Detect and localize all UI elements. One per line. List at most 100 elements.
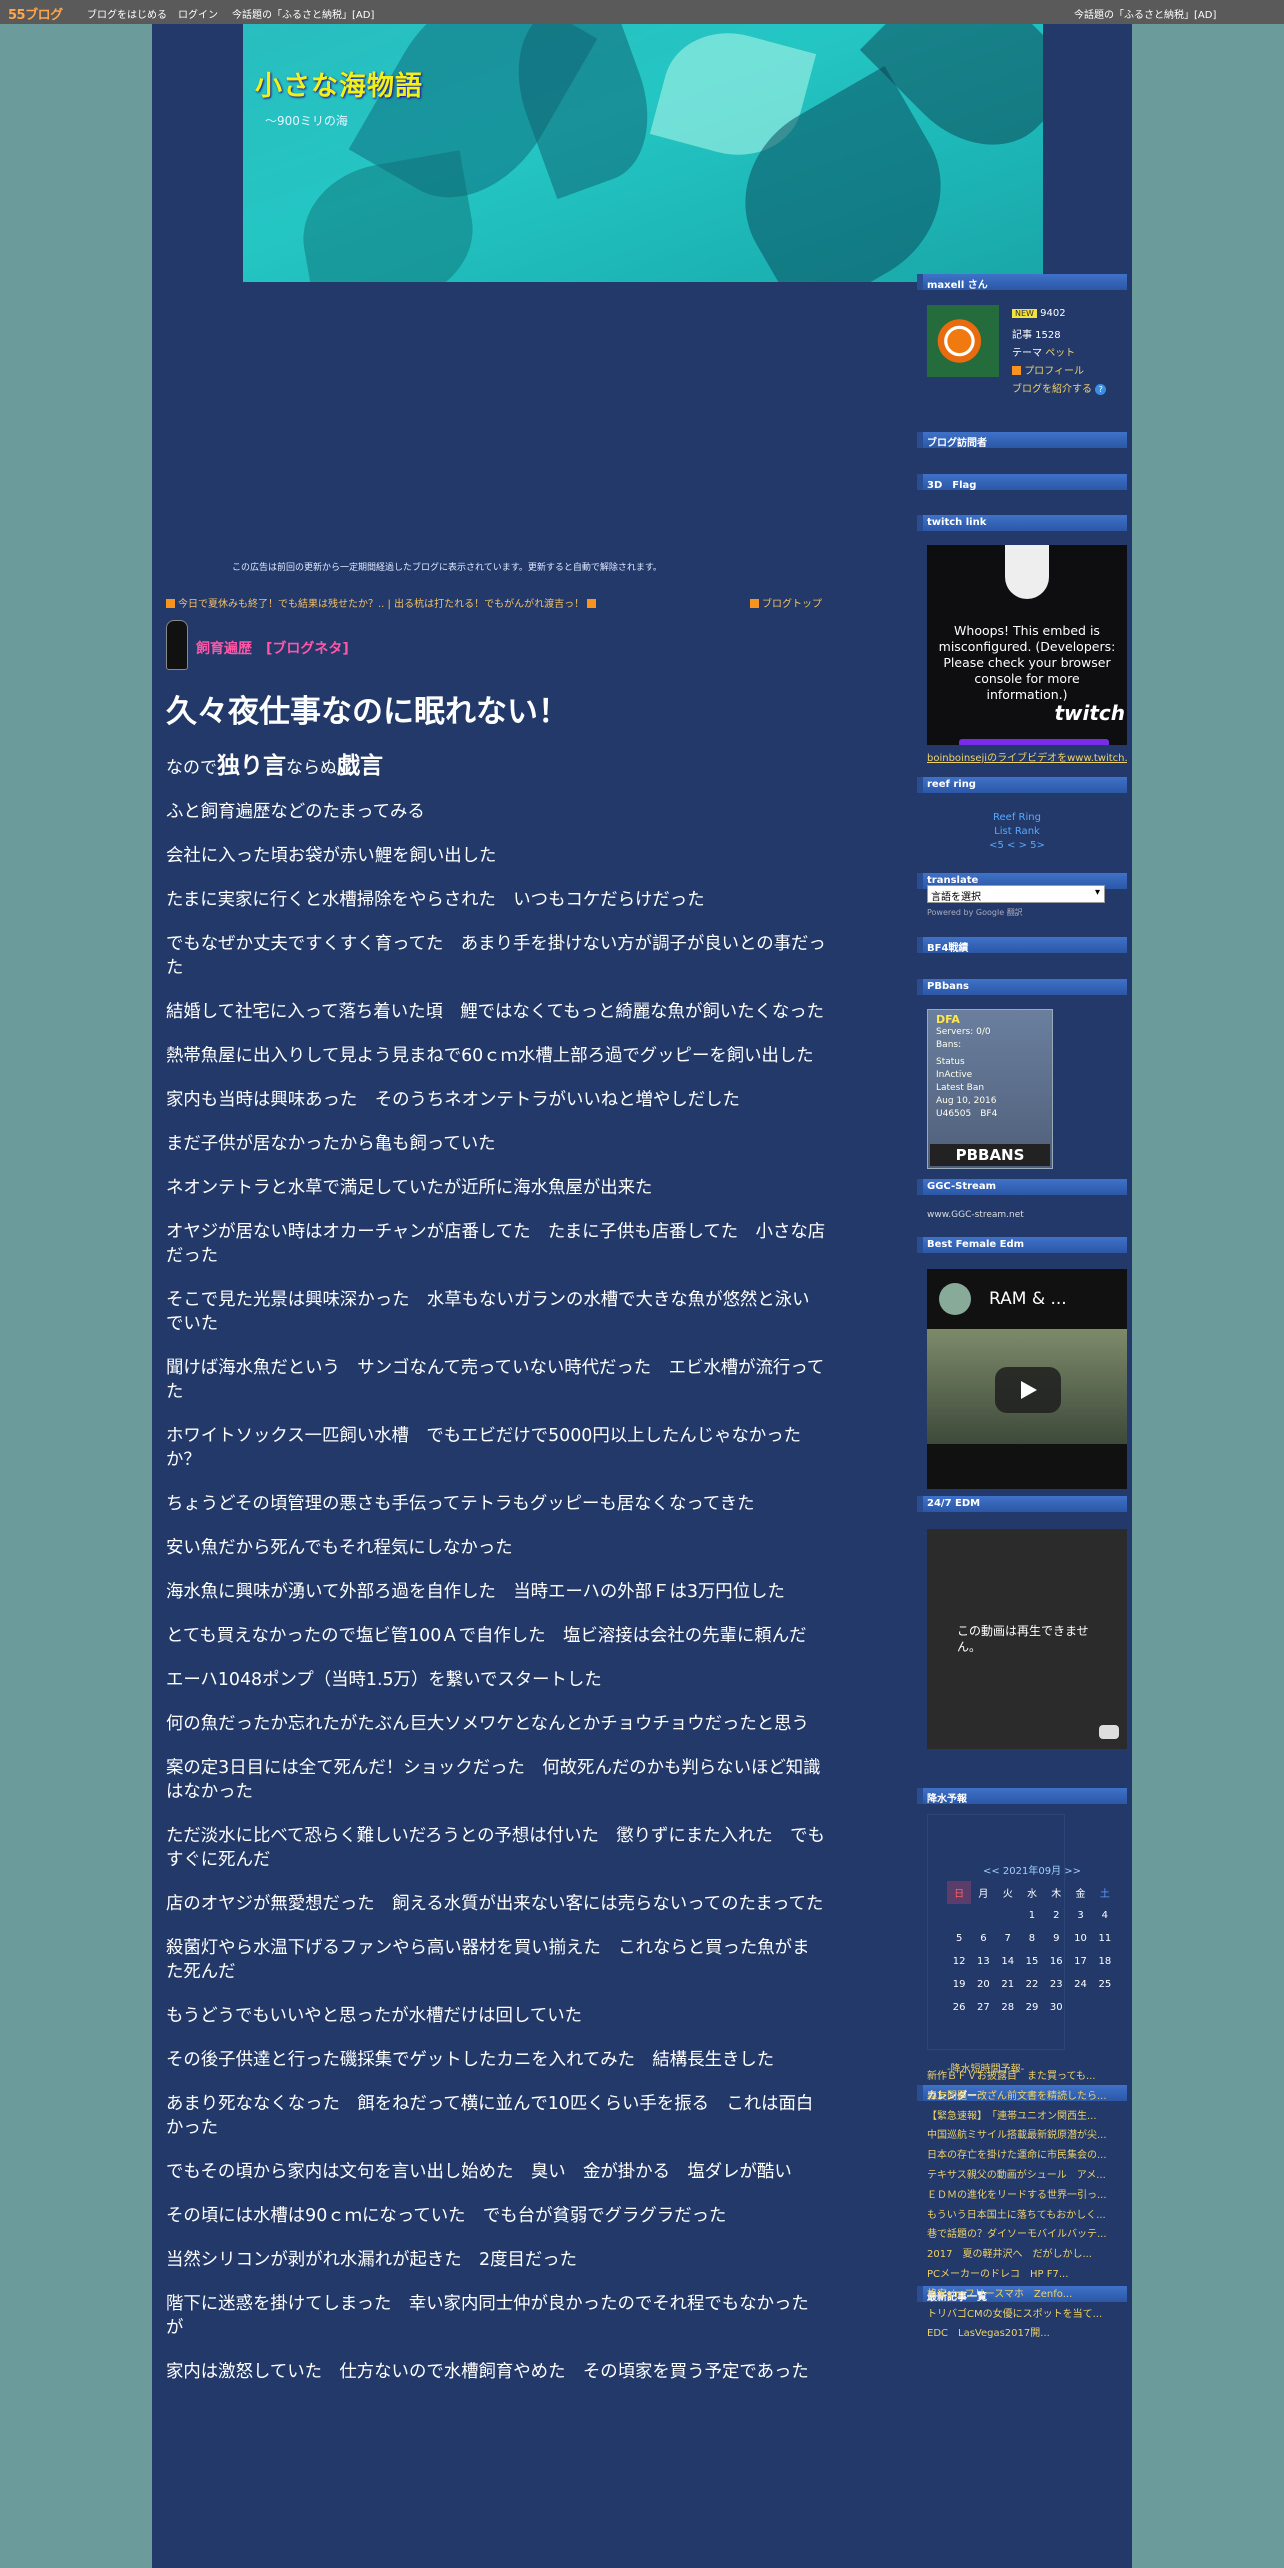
calendar-dow: 水 bbox=[1026, 1889, 1037, 1900]
google-logo[interactable]: Google bbox=[976, 908, 1004, 917]
new-badge: NEW bbox=[1012, 309, 1037, 318]
edm247-video[interactable]: この動画は再生できません。 bbox=[927, 1529, 1127, 1749]
play-button[interactable] bbox=[995, 1367, 1061, 1413]
reef-ring-nav[interactable]: <5 < > 5> bbox=[917, 839, 1117, 853]
post-paragraph: たまに実家に行くと水槽掃除をやらされた いつもコケだらけだった bbox=[166, 890, 705, 910]
twitch-logo: twitch bbox=[1054, 701, 1125, 725]
ad-topic-link-right[interactable]: 今話題の「ふるさと納税」[AD] bbox=[1074, 6, 1216, 21]
recent-post-link[interactable]: もういう日本国土に落ちてもおかしく... bbox=[927, 2206, 1127, 2226]
video-unavailable: この動画は再生できません。 bbox=[957, 1624, 1089, 1654]
post-paragraph: 店のオヤジが無愛想だった 飼える水質が出来ない客には売らないってのたまってた bbox=[166, 1894, 824, 1914]
category-link[interactable]: 飼育遍歴 [ブログネタ] bbox=[196, 638, 349, 658]
ggc-header: GGC-Stream bbox=[917, 1179, 1127, 1195]
recent-post-link[interactable]: トリバゴCMの女優にスポットを当て... bbox=[927, 2305, 1127, 2325]
blog-title[interactable]: 小さな海物語 bbox=[255, 64, 423, 103]
calendar-day: 9 bbox=[1053, 1933, 1060, 1944]
calendar-day: 11 bbox=[1098, 1933, 1112, 1944]
reef-ring-link[interactable]: Reef Ring bbox=[917, 811, 1117, 825]
recent-post-link[interactable]: 2017 夏の軽井沢へ だがしかし... bbox=[927, 2245, 1127, 2265]
calendar-day: 30 bbox=[1049, 2002, 1063, 2013]
breadcrumb: 今日で夏休みも終了！でも結果は残せたか？.. | 出る杭は打たれる！でもがんがれ… bbox=[166, 595, 822, 610]
recent-post-link[interactable]: 新作ＢＦＶお披露目 また買っても... bbox=[927, 2067, 1127, 2087]
post-paragraph: 会社に入った頃お袋が赤い鯉を飼い出した bbox=[166, 846, 497, 866]
recent-post-link[interactable]: 中国巡航ミサイル搭載最新鋭原潜が尖... bbox=[927, 2126, 1127, 2146]
post-paragraph: その頃には水槽は90ｃｍになっていた でも台が貧弱でグラグラだった bbox=[166, 2206, 727, 2226]
youtube-icon[interactable] bbox=[1099, 1725, 1119, 1739]
prev-post-link[interactable]: 今日で夏休みも終了！でも結果は残せたか？.. bbox=[178, 599, 384, 610]
language-select[interactable]: 言語を選択 ▾ bbox=[927, 885, 1105, 903]
post-intro: なので独り言ならぬ戯言 bbox=[166, 753, 383, 779]
calendar-day: 8 bbox=[1028, 1933, 1036, 1944]
next-post-link[interactable]: 出る杭は打たれる！でもがんがれ渡吉っ！ bbox=[394, 599, 584, 610]
bf4-header: BF4戦績 bbox=[917, 937, 1127, 954]
start-blog-link[interactable]: ブログをはじめる bbox=[87, 6, 167, 21]
calendar-day bbox=[1068, 1996, 1092, 2019]
calendar-day: 18 bbox=[1098, 1956, 1112, 1967]
theme-link[interactable]: ペット bbox=[1045, 348, 1075, 359]
post-paragraph: まだ子供が居なかったから亀も飼っていた bbox=[166, 1134, 496, 1154]
calendar-day: 15 bbox=[1025, 1956, 1039, 1967]
rss-icon bbox=[166, 599, 175, 608]
recent-post-link[interactable]: ＥＤＭの進化をリードする世界一引っ... bbox=[927, 2186, 1127, 2206]
post-paragraph: ネオンテトラと水草で満足していたが近所に海水魚屋が出来た bbox=[166, 1178, 653, 1198]
article-count: 記事 1528 bbox=[1012, 330, 1061, 341]
blog-top-label[interactable]: ブログトップ bbox=[762, 599, 822, 610]
pbbans-header: PBbans bbox=[917, 979, 1127, 995]
help-icon: ? bbox=[1095, 384, 1107, 395]
post-paragraph: でもその頃から家内は文句を言い出し始めた 臭い 金が掛かる 塩ダレが酷い bbox=[166, 2162, 792, 2182]
post-paragraph: そこで見た光景は興味深かった 水草もないガランの水槽で大きな魚が悠然と泳いでいた bbox=[166, 1290, 810, 1334]
reef-ring-links: Reef Ring List Rank <5 < > 5> bbox=[917, 811, 1117, 853]
pbbans-logo: PBBANS bbox=[930, 1144, 1050, 1166]
profile-link[interactable]: プロフィール bbox=[1012, 362, 1084, 377]
edm-video[interactable]: RAM & ... bbox=[927, 1269, 1127, 1489]
blog-top-link[interactable]: ブログトップ bbox=[750, 595, 822, 610]
recent-post-link[interactable]: 格安simフリースマホ Zenfo... bbox=[927, 2285, 1127, 2305]
calendar-day bbox=[1093, 1996, 1117, 2019]
post-paragraph: 何の魚だったか忘れたがたぶん巨大ソメワケとなんとかチョウチョウだったと思う bbox=[166, 1714, 809, 1734]
calendar-day: 27 bbox=[977, 2002, 990, 2013]
edm247-header: 24/7 EDM bbox=[917, 1496, 1127, 1512]
calendar-dow: 土 bbox=[1099, 1889, 1110, 1900]
recent-post-link[interactable]: 日本の存亡を掛けた運命に市民集会の... bbox=[927, 2146, 1127, 2166]
post-paragraph: ちょうどその頃管理の悪さも手伝ってテトラもグッピーも居なくなってきた bbox=[166, 1494, 755, 1514]
calendar-nav[interactable]: << 2021年09月 >> bbox=[947, 1862, 1117, 1877]
post-paragraph: ホワイトソックス一匹飼い水槽 でもエビだけで5000円以上したんじゃなかったか？ bbox=[166, 1426, 802, 1470]
google-powered: Powered by Google 翻訳 bbox=[927, 908, 1023, 917]
calendar-day: 24 bbox=[1074, 1979, 1087, 1990]
twitch-embed[interactable]: Whoops! This embed is misconfigured. (De… bbox=[927, 545, 1127, 745]
twitch-error: Whoops! This embed is misconfigured. (De… bbox=[938, 623, 1116, 702]
recent-post-link[interactable]: テキサス親父の動画がシュール アメ... bbox=[927, 2166, 1127, 2186]
login-link[interactable]: ログイン bbox=[178, 6, 218, 21]
ggc-image[interactable]: www.GGC-stream.net bbox=[927, 1210, 1024, 1220]
calendar-dow: 火 bbox=[1002, 1889, 1013, 1900]
introduce-blog-link[interactable]: ブログを紹介する ? bbox=[1012, 380, 1107, 395]
twitch-header: twitch link bbox=[917, 515, 1127, 531]
rss-icon bbox=[587, 599, 597, 608]
avatar[interactable] bbox=[927, 305, 999, 377]
post-paragraph: 殺菌灯やら水温下げるファンやら高い器材を買い揃えた これならと買った魚がまた死ん… bbox=[166, 1938, 810, 1982]
rss-icon bbox=[750, 599, 759, 608]
calendar-day: 3 bbox=[1077, 1910, 1084, 1921]
recent-post-link[interactable]: EDC LasVegas2017開... bbox=[927, 2324, 1127, 2344]
post-paragraph: 家内は激怒していた 仕方ないので水槽飼育やめた その頃家を買う予定であった bbox=[166, 2362, 809, 2382]
blog-banner[interactable]: 小さな海物語 ～900ミリの海 bbox=[243, 24, 1043, 282]
calendar-day: 25 bbox=[1098, 1979, 1112, 1990]
twitch-link[interactable]: boinboinsejiのライブビデオをwww.twitch.tv bbox=[927, 749, 1127, 764]
calendar-day: 19 bbox=[952, 1979, 966, 1990]
recent-post-link[interactable]: 森友問題・改ざん前文書を精読したら... bbox=[927, 2087, 1127, 2107]
post-paragraph: 階下に迷惑を掛けてしまった 幸い家内同士仲が良かったのでそれ程でもなかったが bbox=[166, 2294, 809, 2338]
list-rank-link[interactable]: List Rank bbox=[917, 825, 1117, 839]
recent-post-link[interactable]: PCメーカーのドレコ HP F7... bbox=[927, 2265, 1127, 2285]
recent-posts: 新作ＢＦＶお披露目 また買っても... 森友問題・改ざん前文書を精読したら... 【… bbox=[927, 2067, 1127, 2344]
ad-topic-link[interactable]: 今話題の「ふるさと納税」[AD] bbox=[232, 6, 374, 21]
recent-post-link[interactable]: 巷で話題の？ダイソーモバイルバッテ... bbox=[927, 2225, 1127, 2245]
site-logo[interactable]: 55ブログ bbox=[8, 4, 63, 23]
blog-subtitle: ～900ミリの海 bbox=[265, 114, 348, 128]
rain-header: 降水予報 bbox=[917, 1788, 1127, 1805]
pbbans-badge[interactable]: DFA Servers: 0/0 Bans: Status InActive L… bbox=[927, 1009, 1053, 1169]
calendar-day: 17 bbox=[1074, 1956, 1087, 1967]
post-paragraph: その後子供達と行った磯採集でゲットしたカニを入れてみた 結構長生きした bbox=[166, 2050, 775, 2070]
recent-post-link[interactable]: 【緊急速報】 「連帯ユニオン関西生... bbox=[927, 2107, 1127, 2127]
post-paragraph: 当然シリコンが剥がれ水漏れが起きた 2度目だった bbox=[166, 2250, 578, 2270]
calendar-dow: 日 bbox=[947, 1881, 972, 1904]
